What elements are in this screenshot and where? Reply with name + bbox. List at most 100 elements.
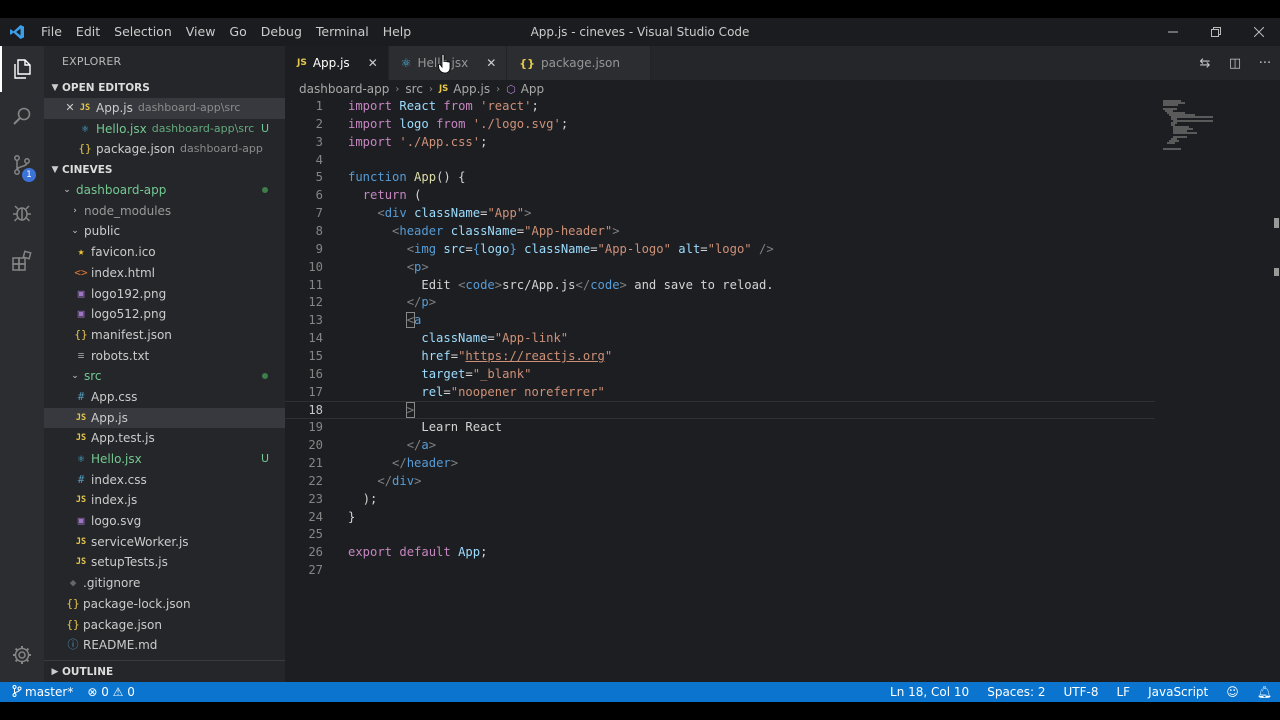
minimize-icon[interactable]: [1151, 18, 1194, 46]
code-line: 23 );: [308, 491, 378, 506]
menu-view[interactable]: View: [179, 18, 223, 46]
source-control-icon[interactable]: 1: [0, 142, 44, 188]
notifications-bell-icon[interactable]: 🔔︎: [1257, 685, 1272, 699]
letterbox-top: [0, 0, 1280, 18]
js-file-icon: JS: [75, 536, 87, 547]
problems-indicator[interactable]: ⊗ 0 ⚠ 0: [87, 685, 135, 699]
code-line: 1 import React from 'react';: [315, 99, 539, 113]
code-editor[interactable]: 1 import React from 'react'; 2 import logo…: [285, 98, 1280, 682]
open-changes-icon[interactable]: ⇆: [1190, 56, 1220, 71]
js-file-icon: JS: [75, 412, 87, 423]
file-index-css[interactable]: # index.css: [44, 470, 285, 491]
untracked-badge: U: [260, 452, 269, 465]
close-icon[interactable]: [1237, 18, 1280, 46]
scrollbar-marker: [1274, 268, 1279, 276]
js-file-icon: JS: [75, 557, 87, 568]
file-app-css[interactable]: # App.css: [44, 387, 285, 408]
file-app-test-js[interactable]: JS App.test.js: [44, 428, 285, 449]
indentation[interactable]: Spaces: 2: [987, 685, 1045, 699]
file-gitignore[interactable]: ◆ .gitignore: [44, 573, 285, 594]
json-file-icon: {}: [78, 142, 92, 156]
open-editor-hello-jsx[interactable]: ⚛ Hello.jsx dashboard-app\src U: [44, 119, 285, 140]
folder-dashboard-app[interactable]: ⌄ dashboard-app: [44, 180, 285, 201]
code-line: 7 <div className="App">: [315, 206, 532, 221]
editor-actions: ⇆ ◫ ···: [1190, 46, 1280, 80]
encoding[interactable]: UTF-8: [1064, 685, 1099, 699]
outline-header[interactable]: ▶ OUTLINE: [44, 660, 285, 682]
menu-debug[interactable]: Debug: [254, 18, 309, 46]
menu-go[interactable]: Go: [222, 18, 253, 46]
menu-file[interactable]: File: [34, 18, 69, 46]
folder-src[interactable]: ⌄ src: [44, 366, 285, 387]
project-header[interactable]: ▼ CINEVES: [44, 160, 285, 180]
debug-icon[interactable]: [0, 190, 44, 236]
folder-node-modules[interactable]: › node_modules: [44, 201, 285, 222]
favicon-file-icon: ★: [77, 245, 85, 259]
folder-public[interactable]: ⌄ public: [44, 221, 285, 242]
breadcrumb-symbol[interactable]: App: [521, 82, 544, 96]
file-index-js[interactable]: JS index.js: [44, 490, 285, 511]
split-editor-icon[interactable]: ◫: [1220, 56, 1250, 71]
code-line: 9 <img src={logo} className="App-logo" a…: [315, 241, 774, 256]
menu-terminal[interactable]: Terminal: [309, 18, 376, 46]
file-index-html[interactable]: <> index.html: [44, 263, 285, 284]
file-logo512[interactable]: ▣ logo512.png: [44, 304, 285, 325]
file-package-json[interactable]: {} package.json: [44, 615, 285, 636]
search-icon[interactable]: [0, 94, 44, 140]
file-service-worker-js[interactable]: JS serviceWorker.js: [44, 532, 285, 553]
tab-package-json[interactable]: {} package.json: [507, 46, 651, 80]
chevron-down-icon: ⌄: [71, 371, 79, 382]
css-file-icon: #: [77, 472, 85, 486]
file-logo-svg[interactable]: ▣ logo.svg: [44, 511, 285, 532]
file-setup-tests-js[interactable]: JS setupTests.js: [44, 552, 285, 573]
code-line: 6 return (: [315, 188, 422, 203]
menu-help[interactable]: Help: [376, 18, 419, 46]
language-mode[interactable]: JavaScript: [1148, 685, 1208, 699]
extensions-icon[interactable]: [0, 238, 44, 284]
git-branch[interactable]: master*: [12, 685, 73, 699]
menu-edit[interactable]: Edit: [69, 18, 107, 46]
cursor-position[interactable]: Ln 18, Col 10: [890, 685, 969, 699]
file-readme-md[interactable]: ⓘ README.md: [44, 635, 285, 656]
file-favicon[interactable]: ★ favicon.ico: [44, 242, 285, 263]
close-icon[interactable]: ✕: [368, 56, 378, 70]
breadcrumb: dashboard-app › src › JS App.js › ⬡ App: [285, 80, 1280, 98]
letterbox-bottom: [0, 702, 1280, 720]
close-icon[interactable]: ✕: [486, 56, 496, 70]
file-app-js[interactable]: JS App.js: [44, 407, 285, 429]
feedback-smiley-icon[interactable]: ☺: [1226, 685, 1239, 699]
tab-app-js[interactable]: JS App.js ✕: [285, 46, 389, 80]
restore-icon[interactable]: [1194, 18, 1237, 46]
files-icon[interactable]: [0, 46, 44, 92]
menu-selection[interactable]: Selection: [107, 18, 179, 46]
explorer-sidebar: EXPLORER ▼ OPEN EDITORS ✕ JS App.js dash…: [44, 46, 285, 682]
open-editor-package-json[interactable]: {} package.json dashboard-app: [44, 139, 285, 160]
breadcrumb-file[interactable]: App.js: [453, 82, 490, 96]
line-ending[interactable]: LF: [1117, 685, 1131, 699]
file-hello-jsx[interactable]: ⚛ Hello.jsx U: [44, 449, 285, 470]
code-line: 24}: [308, 509, 356, 524]
js-file-icon: JS: [75, 495, 87, 506]
open-editors-header[interactable]: ▼ OPEN EDITORS: [44, 78, 285, 98]
code-line: 25: [308, 527, 323, 542]
close-icon[interactable]: ✕: [62, 98, 78, 119]
menu-bar: File Edit Selection View Go Debug Termin…: [34, 18, 418, 46]
file-logo192[interactable]: ▣ logo192.png: [44, 284, 285, 305]
gear-icon[interactable]: [0, 632, 44, 678]
code-line: 17 rel="noopener noreferrer": [308, 384, 605, 399]
chevron-right-icon: ▶: [51, 666, 59, 677]
file-package-lock-json[interactable]: {} package-lock.json: [44, 594, 285, 615]
breadcrumb-folder[interactable]: dashboard-app: [299, 82, 389, 96]
modified-dot: [262, 373, 268, 380]
code-line: 5 function App() {: [315, 170, 466, 185]
react-file-icon: ⚛: [400, 56, 412, 70]
more-actions-icon[interactable]: ···: [1250, 56, 1280, 71]
chevron-right-icon: ›: [496, 83, 501, 95]
file-manifest-json[interactable]: {} manifest.json: [44, 325, 285, 346]
file-robots-txt[interactable]: ≡ robots.txt: [44, 346, 285, 367]
scrollbar-marker: [1274, 218, 1279, 228]
editor-tab-bar: JS App.js ✕ ⚛ Hello.jsx ✕ {} package.jso…: [285, 46, 1280, 80]
minimap[interactable]: [1161, 98, 1241, 158]
open-editor-app-js[interactable]: ✕ JS App.js dashboard-app\src: [44, 98, 285, 119]
breadcrumb-src[interactable]: src: [405, 82, 423, 96]
